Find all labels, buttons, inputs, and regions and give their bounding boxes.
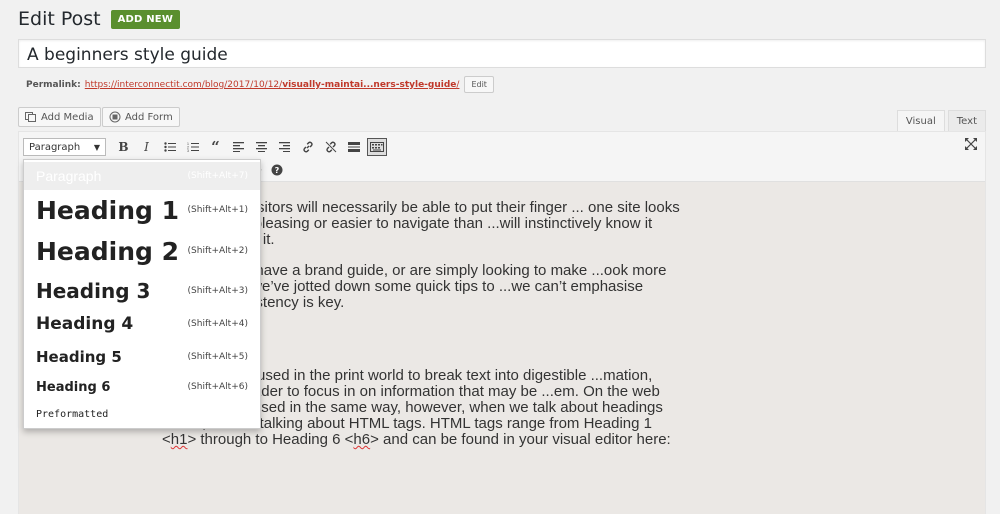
format-option-shortcut: (Shift+Alt+2)	[187, 246, 248, 256]
misspelled-word: h6	[353, 431, 371, 448]
add-media-label: Add Media	[41, 111, 94, 123]
read-more-icon[interactable]	[342, 137, 365, 157]
format-option-heading-3[interactable]: Heading 3 (Shift+Alt+3)	[24, 277, 260, 305]
toolbar-toggle-icon[interactable]	[367, 138, 387, 156]
add-form-label: Add Form	[125, 111, 173, 123]
format-option-label: Heading 4	[36, 314, 134, 334]
format-option-heading-4[interactable]: Heading 4 (Shift+Alt+4)	[24, 312, 260, 336]
format-option-heading-6[interactable]: Heading 6 (Shift+Alt+6)	[24, 376, 260, 398]
permalink-label: Permalink:	[26, 79, 81, 90]
permalink-url-base: https://interconnectit.com/blog/2017/10/…	[84, 79, 283, 90]
format-option-label: Heading 5	[36, 348, 122, 366]
permalink-url-slug: visually-maintai...ners-style-guide	[282, 79, 457, 90]
align-center-icon[interactable]	[250, 137, 273, 157]
blockquote-icon[interactable]: “	[204, 137, 227, 157]
page-header: Edit Post ADD NEW	[18, 8, 181, 30]
fullscreen-icon[interactable]	[965, 138, 977, 153]
svg-text:?: ?	[274, 166, 279, 175]
permalink-row: Permalink: https://interconnectit.com/bl…	[26, 76, 494, 93]
bullet-list-icon[interactable]	[158, 137, 181, 157]
format-option-label: Preformatted	[36, 408, 109, 420]
add-media-button[interactable]: Add Media	[18, 107, 101, 127]
bold-icon[interactable]: B	[112, 137, 135, 157]
media-icon	[25, 111, 37, 123]
editor-tabs: Visual Text	[894, 110, 986, 132]
post-title-input[interactable]: A beginners style guide	[18, 39, 986, 68]
misspelled-word: h1	[170, 431, 188, 448]
numbered-list-icon[interactable]: 123	[181, 137, 204, 157]
format-option-label: Paragraph	[36, 168, 102, 184]
format-option-paragraph[interactable]: Paragraph (Shift+Alt+7)	[24, 162, 260, 190]
add-new-button[interactable]: ADD NEW	[110, 9, 181, 29]
tab-visual[interactable]: Visual	[896, 110, 945, 132]
format-option-label: Heading 3	[36, 279, 151, 303]
form-icon	[109, 111, 121, 123]
content-text: > through to Heading 6 <	[187, 431, 354, 448]
help-icon[interactable]: ?	[265, 160, 288, 180]
tab-text[interactable]: Text	[947, 110, 986, 132]
unlink-icon[interactable]	[319, 137, 342, 157]
permalink-edit-button[interactable]: Edit	[464, 76, 494, 93]
align-right-icon[interactable]	[273, 137, 296, 157]
italic-icon[interactable]: I	[135, 137, 158, 157]
format-option-heading-1[interactable]: Heading 1 (Shift+Alt+1)	[24, 193, 260, 227]
format-option-label: Heading 2	[36, 236, 180, 266]
format-option-shortcut: (Shift+Alt+5)	[187, 352, 248, 362]
permalink-url-tail: /	[456, 79, 460, 90]
format-option-shortcut: (Shift+Alt+4)	[187, 319, 248, 329]
format-option-shortcut: (Shift+Alt+6)	[187, 382, 248, 392]
format-select[interactable]: Paragraph ▼	[23, 138, 106, 156]
format-select-value: Paragraph	[29, 141, 81, 153]
caret-down-icon: ▼	[93, 142, 100, 152]
link-icon[interactable]	[296, 137, 319, 157]
format-option-shortcut: (Shift+Alt+1)	[187, 205, 248, 215]
permalink-url[interactable]: https://interconnectit.com/blog/2017/10/…	[85, 80, 460, 90]
format-dropdown: Paragraph (Shift+Alt+7) Heading 1 (Shift…	[23, 159, 261, 429]
format-option-label: Heading 6	[36, 379, 111, 395]
format-option-shortcut: (Shift+Alt+3)	[187, 286, 248, 296]
format-option-shortcut: (Shift+Alt+7)	[187, 171, 248, 181]
content-text: > and can be found in your visual editor…	[370, 431, 671, 448]
page-title: Edit Post	[18, 8, 101, 30]
svg-text:3: 3	[187, 149, 189, 152]
format-option-preformatted[interactable]: Preformatted	[24, 404, 260, 424]
format-option-label: Heading 1	[36, 195, 180, 225]
format-option-heading-5[interactable]: Heading 5 (Shift+Alt+5)	[24, 346, 260, 368]
format-option-heading-2[interactable]: Heading 2 (Shift+Alt+2)	[24, 234, 260, 268]
add-form-button[interactable]: Add Form	[102, 107, 180, 127]
toolbar-row-1: Paragraph ▼ B I 123 “	[23, 137, 387, 157]
align-left-icon[interactable]	[227, 137, 250, 157]
